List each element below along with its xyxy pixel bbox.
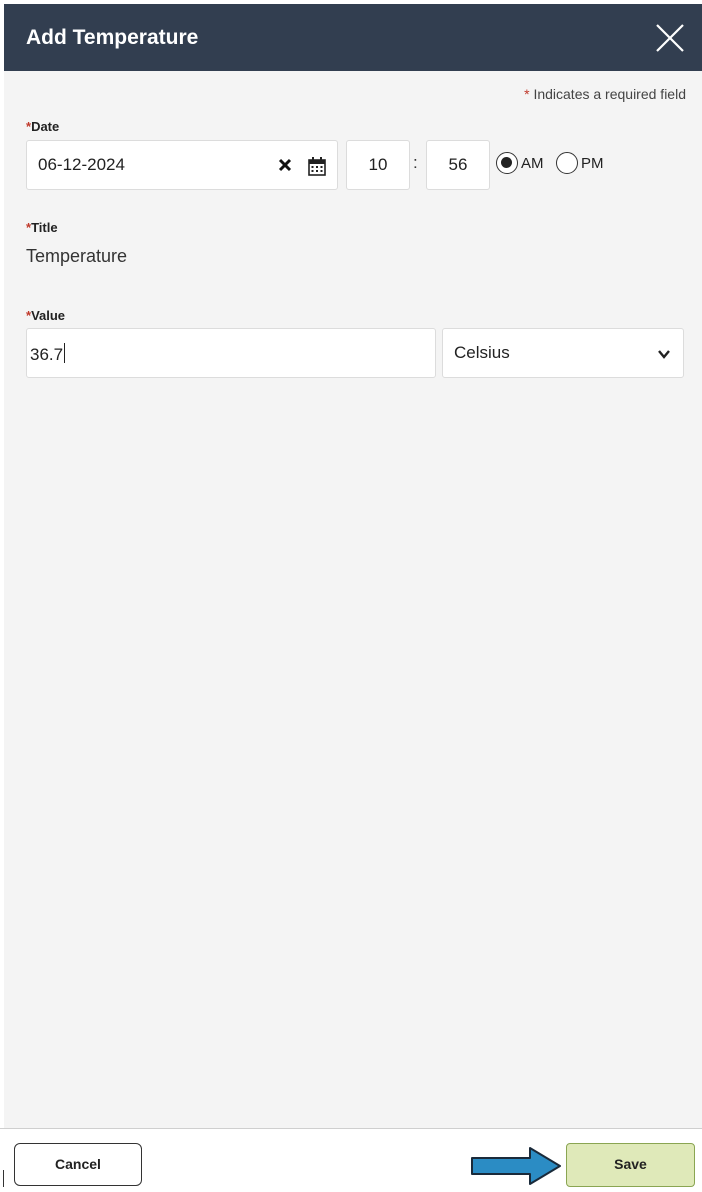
dialog-title: Add Temperature (26, 26, 199, 49)
pm-label: PM (581, 155, 604, 172)
am-radio[interactable]: AM (496, 152, 556, 176)
cancel-button[interactable]: Cancel (14, 1143, 142, 1186)
required-star: * (524, 86, 530, 102)
edge-mark (3, 1170, 4, 1187)
add-temperature-dialog: Add Temperature * Indicates a required f… (4, 4, 702, 1128)
unit-select[interactable]: Celsius (442, 328, 684, 378)
required-field-note: * Indicates a required field (524, 86, 686, 102)
date-label: *Date (26, 119, 59, 134)
text-caret (64, 343, 66, 363)
dialog-header: Add Temperature (4, 4, 702, 71)
pm-radio[interactable]: PM (556, 152, 616, 176)
hour-input[interactable]: 10 (346, 140, 410, 190)
date-value: 06-12-2024 (38, 155, 125, 174)
radio-unselected-icon (556, 152, 578, 174)
x-icon[interactable] (275, 155, 295, 175)
title-value: Temperature (26, 246, 128, 266)
minute-value: 56 (448, 155, 468, 174)
required-note-text: Indicates a required field (533, 86, 686, 102)
minute-input[interactable]: 56 (426, 140, 490, 190)
arrow-right-icon (471, 1147, 561, 1185)
time-separator: : (413, 153, 418, 172)
date-label-text: Date (31, 119, 60, 134)
save-button[interactable]: Save (566, 1143, 695, 1187)
radio-selected-icon (496, 152, 518, 174)
am-label: AM (521, 155, 544, 172)
value-input-text: 36.7 (30, 345, 64, 364)
close-icon[interactable] (654, 22, 686, 54)
value-label-text: Value (31, 308, 66, 323)
unit-selected-value: Celsius (454, 343, 510, 362)
value-input[interactable]: 36.7 (26, 328, 436, 378)
value-label: *Value (26, 308, 65, 323)
date-input[interactable]: 06-12-2024 (26, 140, 338, 190)
calendar-icon[interactable] (306, 155, 328, 177)
hour-value: 10 (368, 155, 388, 174)
title-label: *Title (26, 220, 58, 235)
footer-divider (0, 1128, 702, 1129)
title-label-text: Title (31, 220, 58, 235)
chevron-down-icon (658, 350, 670, 359)
